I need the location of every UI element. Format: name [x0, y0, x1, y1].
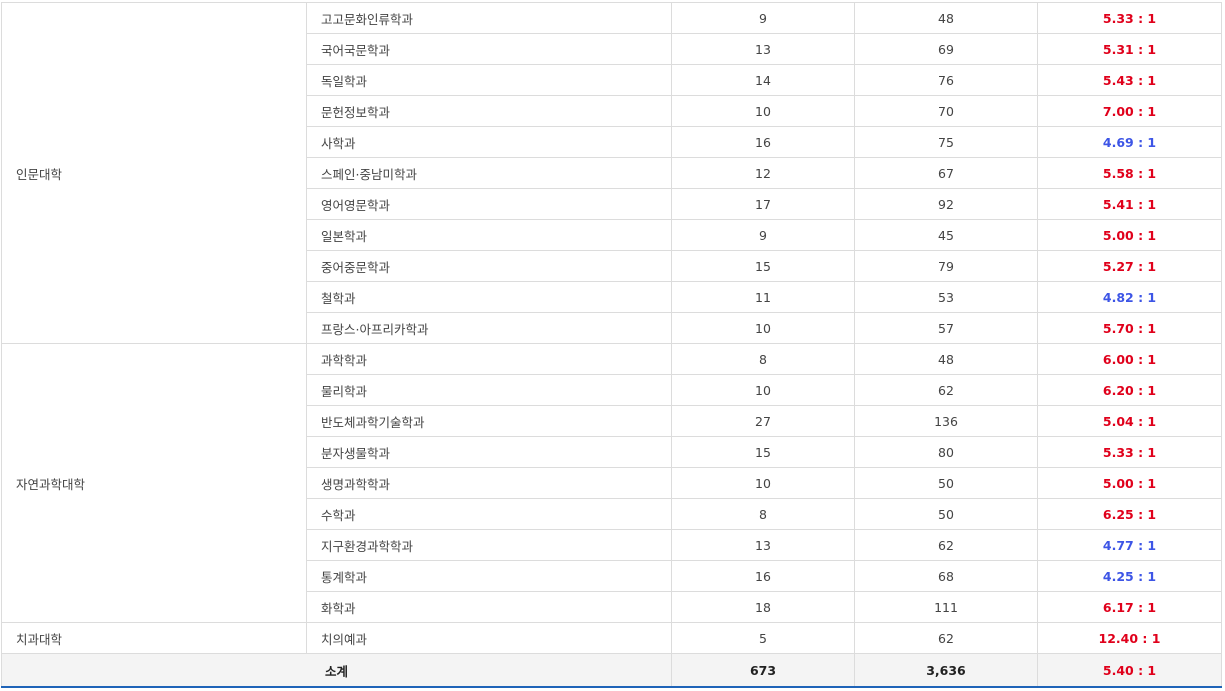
quota-cell: 10 [671, 312, 855, 344]
department-name: 독일학과 [306, 64, 672, 96]
quota-cell: 16 [671, 126, 855, 158]
department-name: 지구환경과학학과 [306, 529, 672, 561]
quota-cell: 17 [671, 188, 855, 220]
ratio-cell: 6.17 : 1 [1037, 591, 1222, 623]
college-name: 인문대학 [1, 2, 307, 344]
ratio-cell: 5.00 : 1 [1037, 467, 1222, 499]
department-name: 생명과학학과 [306, 467, 672, 499]
applicants-cell: 62 [854, 374, 1038, 406]
ratio-cell: 12.40 : 1 [1037, 622, 1222, 654]
quota-cell: 15 [671, 436, 855, 468]
applicants-cell: 53 [854, 281, 1038, 313]
ratio-cell: 5.58 : 1 [1037, 157, 1222, 189]
quota-cell: 9 [671, 2, 855, 34]
quota-cell: 9 [671, 219, 855, 251]
applicants-cell: 92 [854, 188, 1038, 220]
applicants-cell: 48 [854, 343, 1038, 375]
applicants-cell: 67 [854, 157, 1038, 189]
table-row: 인문대학 고고문화인류학과 9 48 5.33 : 1 [1, 2, 1222, 344]
total-quota: 673 [671, 653, 855, 688]
quota-cell: 10 [671, 467, 855, 499]
quota-cell: 8 [671, 343, 855, 375]
ratio-cell: 5.41 : 1 [1037, 188, 1222, 220]
ratio-cell: 5.31 : 1 [1037, 33, 1222, 65]
ratio-cell: 4.77 : 1 [1037, 529, 1222, 561]
ratio-cell: 4.69 : 1 [1037, 126, 1222, 158]
applicants-cell: 57 [854, 312, 1038, 344]
table-row: 치과대학 치의예과 5 62 12.40 : 1 [1, 622, 1222, 654]
table-body: 인문대학 고고문화인류학과 9 48 5.33 : 1 국어국문학과 13 69 5.31 : … [1, 2, 1222, 654]
table-row: 자연과학대학 과학학과 8 48 6.00 : 1 [1, 343, 1222, 623]
applicants-cell: 48 [854, 2, 1038, 34]
department-name: 중어중문학과 [306, 250, 672, 282]
ratio-cell: 4.25 : 1 [1037, 560, 1222, 592]
quota-cell: 10 [671, 374, 855, 406]
ratio-cell: 6.25 : 1 [1037, 498, 1222, 530]
quota-cell: 16 [671, 560, 855, 592]
applicants-cell: 68 [854, 560, 1038, 592]
quota-cell: 18 [671, 591, 855, 623]
ratio-cell: 6.00 : 1 [1037, 343, 1222, 375]
quota-cell: 10 [671, 95, 855, 127]
department-name: 스페인·중남미학과 [306, 157, 672, 189]
applicants-cell: 50 [854, 498, 1038, 530]
college-name: 치과대학 [1, 622, 307, 654]
department-name: 분자생물학과 [306, 436, 672, 468]
quota-cell: 8 [671, 498, 855, 530]
ratio-cell: 5.27 : 1 [1037, 250, 1222, 282]
department-name: 영어영문학과 [306, 188, 672, 220]
department-name: 반도체과학기술학과 [306, 405, 672, 437]
department-name: 문헌정보학과 [306, 95, 672, 127]
ratio-cell: 5.70 : 1 [1037, 312, 1222, 344]
applicants-cell: 111 [854, 591, 1038, 623]
quota-cell: 13 [671, 529, 855, 561]
department-name: 철학과 [306, 281, 672, 313]
ratio-cell: 5.43 : 1 [1037, 64, 1222, 96]
applicants-cell: 62 [854, 622, 1038, 654]
department-name: 화학과 [306, 591, 672, 623]
ratio-cell: 5.00 : 1 [1037, 219, 1222, 251]
quota-cell: 13 [671, 33, 855, 65]
applicants-cell: 50 [854, 467, 1038, 499]
department-name: 사학과 [306, 126, 672, 158]
applicants-cell: 69 [854, 33, 1038, 65]
quota-cell: 5 [671, 622, 855, 654]
total-label: 소계 [1, 653, 672, 688]
department-name: 물리학과 [306, 374, 672, 406]
applicants-cell: 76 [854, 64, 1038, 96]
quota-cell: 11 [671, 281, 855, 313]
department-name: 과학학과 [306, 343, 672, 375]
department-name: 고고문화인류학과 [306, 2, 672, 34]
ratio-cell: 5.33 : 1 [1037, 2, 1222, 34]
department-name: 치의예과 [306, 622, 672, 654]
applicants-cell: 136 [854, 405, 1038, 437]
ratio-cell: 6.20 : 1 [1037, 374, 1222, 406]
department-name: 프랑스·아프리카학과 [306, 312, 672, 344]
ratio-cell: 4.82 : 1 [1037, 281, 1222, 313]
applicants-cell: 79 [854, 250, 1038, 282]
applicants-cell: 70 [854, 95, 1038, 127]
applicants-cell: 80 [854, 436, 1038, 468]
ratio-cell: 5.33 : 1 [1037, 436, 1222, 468]
quota-cell: 14 [671, 64, 855, 96]
department-name: 일본학과 [306, 219, 672, 251]
ratio-cell: 5.04 : 1 [1037, 405, 1222, 437]
total-ratio: 5.40 : 1 [1037, 653, 1222, 688]
admission-ratio-table: 인문대학 고고문화인류학과 9 48 5.33 : 1 국어국문학과 13 69 5.31 : … [1, 2, 1222, 688]
quota-cell: 12 [671, 157, 855, 189]
quota-cell: 27 [671, 405, 855, 437]
applicants-cell: 75 [854, 126, 1038, 158]
ratio-cell: 7.00 : 1 [1037, 95, 1222, 127]
department-name: 수학과 [306, 498, 672, 530]
quota-cell: 15 [671, 250, 855, 282]
total-row: 소계 673 3,636 5.40 : 1 [1, 653, 1222, 688]
department-name: 통계학과 [306, 560, 672, 592]
college-name: 자연과학대학 [1, 343, 307, 623]
total-applicants: 3,636 [854, 653, 1038, 688]
applicants-cell: 62 [854, 529, 1038, 561]
applicants-cell: 45 [854, 219, 1038, 251]
department-name: 국어국문학과 [306, 33, 672, 65]
